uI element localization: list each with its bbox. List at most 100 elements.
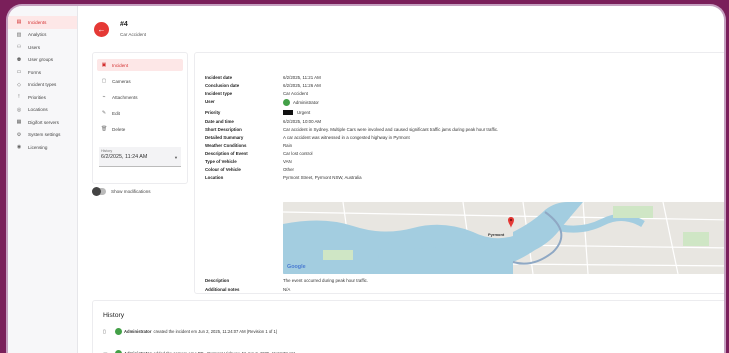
document-icon: ▯ bbox=[103, 328, 106, 335]
detail-value: Other bbox=[283, 167, 294, 172]
forms-icon: ▭ bbox=[16, 69, 22, 76]
detail-row: Weather Conditions Rain bbox=[205, 143, 292, 148]
detail-label: Description of Event bbox=[205, 151, 248, 156]
sidebar-item-label: User groups bbox=[28, 57, 54, 63]
tab-label: Attachments bbox=[112, 94, 138, 100]
tab-label: Delete bbox=[112, 126, 126, 132]
detail-row: Colour of Vehicle Other bbox=[205, 167, 294, 172]
tab-attachments[interactable]: ⌁ Attachments bbox=[97, 91, 183, 103]
detail-value-text: Urgent bbox=[297, 110, 311, 115]
tab-edit[interactable]: ✎ Edit bbox=[97, 107, 183, 119]
delete-icon: 🗑 bbox=[101, 126, 108, 132]
incident-types-icon: ◇ bbox=[17, 81, 21, 88]
incident-details-card: Pyrmont Google Incident date 6/2/2025, 11… bbox=[194, 52, 724, 294]
detail-row: Conclusion date 6/2/2025, 11:26 AM bbox=[205, 83, 321, 88]
history-card: History ▯ Administrator created the incide… bbox=[92, 300, 724, 353]
detail-value-text: A car accident was witnessed in a conges… bbox=[283, 135, 410, 140]
detail-value-text: 6/2/2025, 11:21 AM bbox=[283, 75, 321, 80]
detail-value-text: 6/2/2025, 10:00 AM bbox=[283, 119, 322, 124]
history-select-label: History bbox=[101, 149, 113, 153]
sidebar-item-incident-types[interactable]: ◇ Incident types bbox=[8, 79, 77, 92]
detail-value: The event occurred during peak hour traf… bbox=[283, 278, 369, 283]
sidebar-item-incidents[interactable]: ▤ Incidents bbox=[8, 16, 77, 29]
license-icon: ◉ bbox=[16, 144, 22, 151]
detail-value: Administrator bbox=[283, 99, 319, 106]
sidebar-item-forms[interactable]: ▭ Forms bbox=[8, 66, 77, 79]
map-label-google: Google bbox=[287, 264, 306, 270]
sidebar-item-label: Priorities bbox=[28, 94, 46, 100]
show-modifications-label: Show modifications bbox=[111, 189, 151, 194]
back-button[interactable]: ← bbox=[94, 22, 109, 37]
detail-label: Priority bbox=[205, 110, 221, 115]
avatar bbox=[115, 328, 122, 335]
detail-label: Conclusion date bbox=[205, 83, 240, 88]
history-title: History bbox=[103, 312, 125, 319]
detail-row: Incident date 6/2/2025, 11:21 AM bbox=[205, 75, 321, 80]
detail-value-text: Rain bbox=[283, 143, 293, 148]
show-modifications-toggle[interactable]: Show modifications bbox=[92, 187, 151, 196]
sidebar-item-users[interactable]: ⚇ Users bbox=[8, 41, 77, 54]
detail-row: User Administrator bbox=[205, 99, 319, 106]
tab-cameras[interactable]: ▢ Cameras bbox=[97, 75, 183, 87]
toggle-switch[interactable] bbox=[92, 187, 106, 196]
detail-label: Incident type bbox=[205, 91, 233, 96]
detail-row: Additional notes N/A bbox=[205, 287, 290, 292]
server-icon: ▦ bbox=[16, 119, 22, 126]
sidebar-item-label: Incidents bbox=[28, 19, 47, 25]
detail-value-text: VAN bbox=[283, 159, 292, 164]
user-groups-icon: ⚉ bbox=[16, 56, 22, 63]
sidebar-item-label: Users bbox=[28, 44, 40, 50]
detail-label: User bbox=[205, 99, 215, 104]
detail-value: Pyrmont Street, Pyrmont NSW, Australia bbox=[283, 175, 362, 180]
history-entry: ▯ Administrator created the incident em Ju… bbox=[103, 328, 277, 335]
tab-delete[interactable]: 🗑 Delete bbox=[97, 123, 183, 135]
incidents-icon: ▤ bbox=[16, 19, 22, 26]
sidebar: ▤ Incidents ▥ Analytics ⚇ Users ⚉ User groups ▭ F… bbox=[8, 6, 78, 353]
history-select-value: 6/2/2025, 11:24 AM bbox=[101, 154, 148, 160]
history-select[interactable]: History 6/2/2025, 11:24 AM ▼ bbox=[99, 147, 181, 167]
sidebar-item-label: Licensing bbox=[28, 144, 48, 150]
detail-label: Weather Conditions bbox=[205, 143, 247, 148]
detail-label: Description bbox=[205, 278, 230, 283]
sidebar-item-user-groups[interactable]: ⚉ User groups bbox=[8, 54, 77, 67]
detail-label: Type of Vehicle bbox=[205, 159, 237, 164]
location-icon: ◎ bbox=[16, 106, 22, 113]
sidebar-item-system-settings[interactable]: ⚙ System settings bbox=[8, 129, 77, 142]
tab-incident[interactable]: ▣ Incident bbox=[97, 59, 183, 71]
tab-label: Cameras bbox=[112, 78, 131, 84]
sidebar-item-analytics[interactable]: ▥ Analytics bbox=[8, 29, 77, 42]
detail-value: 6/2/2025, 10:00 AM bbox=[283, 119, 321, 124]
main-area: ← #4 Car Accident ▣ Incident ▢ Cameras ⌁ Atta… bbox=[78, 6, 724, 353]
map-graphic bbox=[283, 202, 724, 274]
detail-value: VAN bbox=[283, 159, 292, 164]
detail-value: Car accident in Sydney. Multiple Cars we… bbox=[283, 127, 498, 132]
sidebar-item-label: Forms bbox=[28, 69, 42, 75]
detail-value: N/A bbox=[283, 287, 291, 292]
tab-label: Incident bbox=[112, 62, 129, 68]
detail-value: 6/2/2025, 11:26 AM bbox=[283, 83, 321, 88]
detail-value-text: Administrator bbox=[293, 100, 319, 105]
detail-row: Location Pyrmont Street, Pyrmont NSW, Aus… bbox=[205, 175, 362, 180]
sidebar-item-digifort-servers[interactable]: ▦ Digifort servers bbox=[8, 116, 77, 129]
sidebar-item-priorities[interactable]: ! Priorities bbox=[8, 91, 77, 104]
detail-label: Date and time bbox=[205, 119, 234, 124]
detail-value-text: Other bbox=[283, 167, 294, 172]
sidebar-item-label: Locations bbox=[28, 107, 48, 113]
location-map[interactable]: Pyrmont Google bbox=[283, 202, 724, 274]
incident-actions-panel: ▣ Incident ▢ Cameras ⌁ Attachments ✎ Edit 🗑 Delet… bbox=[92, 52, 188, 184]
priorities-icon: ! bbox=[18, 94, 20, 101]
sidebar-item-licensing[interactable]: ◉ Licensing bbox=[8, 141, 77, 154]
detail-row: Description The event occurred during pea… bbox=[205, 278, 368, 283]
detail-value-text: Car Accident bbox=[283, 91, 308, 96]
incident-number: #4 bbox=[120, 21, 128, 28]
gear-icon: ⚙ bbox=[16, 131, 22, 138]
detail-value: A car accident was witnessed in a conges… bbox=[283, 135, 410, 140]
priority-color-swatch bbox=[283, 110, 293, 115]
edit-icon: ✎ bbox=[101, 110, 107, 116]
detail-value: Car Accident bbox=[283, 91, 308, 96]
detail-row: Incident type Car Accident bbox=[205, 91, 308, 96]
detail-row: Priority Urgent bbox=[205, 110, 310, 115]
sidebar-item-locations[interactable]: ◎ Locations bbox=[8, 104, 77, 117]
detail-row: Date and time 6/2/2025, 10:00 AM bbox=[205, 119, 321, 124]
detail-value: 6/2/2025, 11:21 AM bbox=[283, 75, 321, 80]
